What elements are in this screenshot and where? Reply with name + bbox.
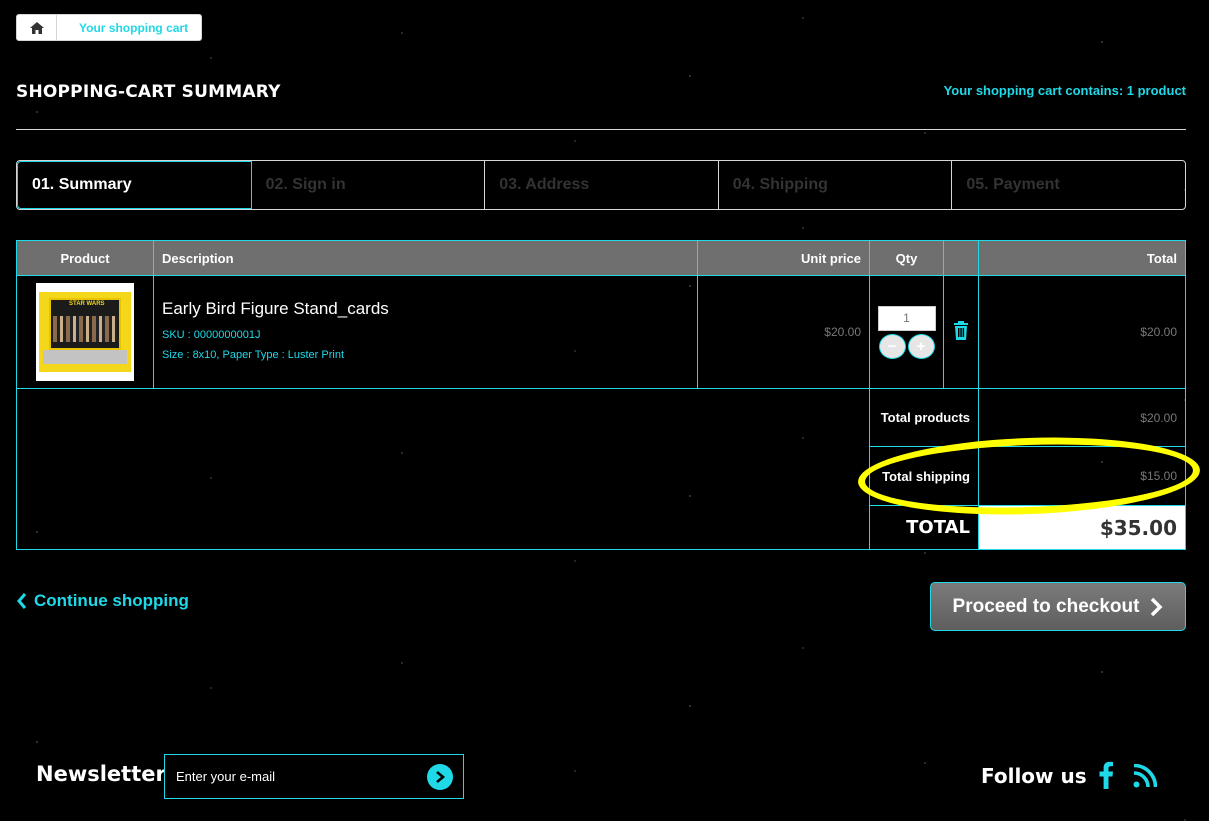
header-qty: Qty <box>869 240 944 276</box>
unit-price: $20.00 <box>697 275 870 389</box>
page-title: SHOPPING-CART SUMMARY <box>16 82 281 102</box>
newsletter-submit-button[interactable] <box>427 763 453 790</box>
cart-table: Product Description Unit price Qty Total… <box>16 240 1186 550</box>
product-thumbnail[interactable]: STAR WARS <box>36 283 134 381</box>
step-payment: 05. Payment <box>966 176 1060 193</box>
breadcrumb-current: Your shopping cart <box>79 20 189 35</box>
total-shipping-label: Total shipping <box>869 446 979 506</box>
grand-total-value: $35.00 <box>978 505 1186 550</box>
chevron-right-icon <box>1151 597 1163 616</box>
step-shipping: 04. Shipping <box>719 161 953 209</box>
trash-icon[interactable] <box>953 321 969 340</box>
header-delete <box>943 240 979 276</box>
facebook-icon[interactable] <box>1098 761 1114 789</box>
cart-count: Your shopping cart contains: 1 product <box>943 83 1186 98</box>
header-product: Product <box>16 240 154 276</box>
product-options[interactable]: Size : 8x10, Paper Type : Luster Print <box>162 345 689 365</box>
qty-increase-button[interactable]: + <box>907 333 935 359</box>
line-total: $20.00 <box>978 275 1186 389</box>
qty-cell: 1 − + <box>869 275 944 389</box>
header-total: Total <box>978 240 1186 276</box>
continue-shopping-link[interactable]: Continue shopping <box>16 591 189 611</box>
checkout-steps: 01. Summary 02. Sign in 03. Address 04. … <box>16 160 1186 210</box>
delete-cell <box>943 275 979 389</box>
header-description: Description <box>153 240 698 276</box>
product-description-cell: Early Bird Figure Stand_cards SKU : 0000… <box>153 275 698 389</box>
table-row: STAR WARS Early Bird Figure Stand_cards … <box>16 275 1186 389</box>
plus-icon: + <box>916 337 926 355</box>
qty-decrease-button[interactable]: − <box>878 333 906 359</box>
rss-icon[interactable] <box>1133 764 1157 788</box>
step-summary[interactable]: 01. Summary <box>17 161 252 209</box>
continue-shopping-label: Continue shopping <box>34 591 189 610</box>
qty-input[interactable]: 1 <box>877 305 936 331</box>
arrow-right-icon <box>436 770 446 783</box>
total-products-value: $20.00 <box>978 388 1186 447</box>
breadcrumb-home[interactable] <box>17 15 57 40</box>
step-address: 03. Address <box>485 161 719 209</box>
newsletter-title: Newsletter <box>36 762 166 786</box>
home-icon <box>29 21 44 34</box>
heading-divider <box>16 129 1186 130</box>
proceed-to-checkout-button[interactable]: Proceed to checkout <box>930 582 1186 631</box>
thumbnail-logo: STAR WARS <box>69 301 105 307</box>
total-products-label: Total products <box>869 388 979 447</box>
grand-total-label: TOTAL <box>869 505 979 550</box>
total-shipping-value: $15.00 <box>978 446 1186 506</box>
table-header-row: Product Description Unit price Qty Total <box>16 240 1186 276</box>
product-sku: SKU : 0000000001J <box>162 329 261 341</box>
newsletter-email-input[interactable]: Enter your e-mail <box>176 769 427 784</box>
product-name[interactable]: Early Bird Figure Stand_cards <box>162 299 689 319</box>
checkout-label: Proceed to checkout <box>952 595 1140 617</box>
header-unit-price: Unit price <box>697 240 870 276</box>
summary-spacer <box>16 388 870 550</box>
step-sign-in: 02. Sign in <box>252 161 486 209</box>
newsletter-form: Enter your e-mail <box>164 754 464 799</box>
follow-us-title: Follow us <box>981 764 1087 788</box>
minus-icon: − <box>887 337 897 355</box>
summary-row-products: Total products $20.00 <box>16 388 1186 550</box>
chevron-left-icon <box>17 593 27 609</box>
product-image-cell: STAR WARS <box>16 275 154 389</box>
breadcrumb: Your shopping cart <box>16 14 202 41</box>
